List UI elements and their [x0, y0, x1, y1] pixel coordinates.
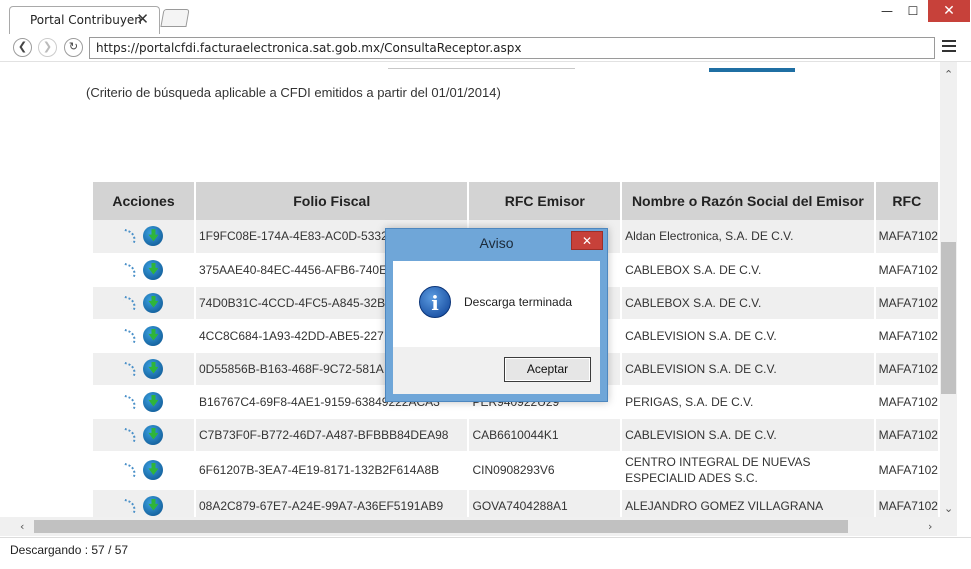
rfc-emisor-cell: GOVA7404288A1: [468, 489, 623, 517]
address-bar[interactable]: https://portalcfdi.facturaelectronica.sa…: [89, 37, 935, 59]
window-close-button[interactable]: ✕: [928, 0, 970, 22]
status-bar: Descargando : 57 / 57: [0, 537, 971, 561]
rfc-emisor-cell: CAB6610044K1: [468, 418, 623, 452]
reload-button[interactable]: ↻: [64, 38, 83, 57]
nombre-cell: ALEJANDRO GOMEZ VILLAGRANA: [621, 489, 876, 517]
nombre-cell: CENTRO INTEGRAL DE NUEVAS ESPECIALID ADE…: [621, 451, 876, 490]
tab-title: Portal Contribuyen: [30, 13, 142, 27]
rfc-cell: MAFA7102: [874, 385, 940, 419]
search-criteria-note: (Criterio de búsqueda aplicable a CFDI e…: [86, 85, 501, 100]
forward-button[interactable]: ❯: [38, 38, 57, 57]
horizontal-scroll-thumb[interactable]: [34, 520, 848, 533]
actions-cell: [93, 220, 196, 254]
actions-cell: [93, 319, 196, 353]
view-icon[interactable]: [122, 229, 139, 244]
view-icon[interactable]: [122, 498, 139, 513]
header-folio-fiscal: Folio Fiscal: [194, 182, 470, 220]
nombre-cell: PERIGAS, S.A. DE C.V.: [621, 385, 876, 419]
nombre-cell: Aldan Electronica, S.A. DE C.V.: [621, 220, 876, 254]
actions-cell: [93, 418, 196, 452]
browser-tab[interactable]: Portal Contribuyen ✕: [9, 6, 160, 34]
actions-cell: [93, 385, 196, 419]
nombre-cell: CABLEVISION S.A. DE C.V.: [621, 418, 876, 452]
table-row: C7B73F0F-B772-46D7-A487-BFBBB84DEA98 CAB…: [93, 418, 940, 452]
rfc-cell: MAFA7102: [874, 352, 940, 386]
info-icon: i: [419, 286, 451, 318]
actions-cell: [93, 352, 196, 386]
rfc-cell: MAFA7102: [874, 489, 940, 517]
back-arrow-icon: ❮: [17, 40, 28, 53]
actions-cell: [93, 451, 196, 490]
download-icon[interactable]: [143, 292, 164, 313]
rfc-cell: MAFA7102: [874, 319, 940, 353]
view-icon[interactable]: [122, 328, 139, 343]
forward-arrow-icon: ❯: [42, 40, 53, 53]
table-row: 08A2C879-67E7-A24E-99A7-A36EF5191AB9 GOV…: [93, 489, 940, 517]
scroll-down-icon[interactable]: ⌄: [944, 502, 953, 515]
nombre-cell: CABLEBOX S.A. DE C.V.: [621, 253, 876, 287]
maximize-button[interactable]: ☐: [902, 0, 924, 22]
divider: [388, 68, 575, 69]
download-icon[interactable]: [143, 358, 164, 379]
download-icon[interactable]: [143, 325, 164, 346]
scroll-up-icon[interactable]: ⌃: [944, 68, 953, 81]
download-icon[interactable]: [143, 495, 164, 516]
header-rfc-emisor: RFC Emisor: [468, 182, 623, 220]
download-icon[interactable]: [143, 424, 164, 445]
view-icon[interactable]: [122, 361, 139, 376]
rfc-cell: MAFA7102: [874, 451, 940, 490]
minimize-button[interactable]: —: [876, 0, 898, 22]
nombre-cell: CABLEVISION S.A. DE C.V.: [621, 352, 876, 386]
download-icon[interactable]: [143, 391, 164, 412]
actions-cell: [93, 286, 196, 320]
view-icon[interactable]: [122, 295, 139, 310]
hamburger-menu-icon[interactable]: [942, 40, 956, 54]
header-nombre-emisor: Nombre o Razón Social del Emisor: [621, 182, 876, 220]
download-status: Descargando : 57 / 57: [10, 543, 129, 557]
folio-cell: 08A2C879-67E7-A24E-99A7-A36EF5191AB9: [194, 489, 470, 517]
browser-toolbar: ❮ ❯ ↻ https://portalcfdi.facturaelectron…: [0, 34, 971, 62]
reload-icon: ↻: [68, 40, 79, 53]
rfc-emisor-cell: CIN0908293V6: [468, 451, 623, 490]
actions-cell: [93, 253, 196, 287]
new-tab-button[interactable]: [160, 9, 190, 27]
browser-titlebar: Portal Contribuyen ✕ — ☐ ✕: [0, 0, 971, 34]
back-button[interactable]: ❮: [13, 38, 32, 57]
view-icon[interactable]: [122, 394, 139, 409]
aviso-dialog: Aviso ✕ i Descarga terminada Aceptar: [385, 228, 608, 402]
header-acciones: Acciones: [93, 182, 196, 220]
download-icon[interactable]: [143, 226, 164, 247]
scroll-right-icon[interactable]: ›: [928, 520, 932, 533]
actions-cell: [93, 489, 196, 517]
download-icon[interactable]: [143, 460, 164, 480]
vertical-scroll-thumb[interactable]: [941, 242, 956, 394]
tab-close-icon[interactable]: ✕: [136, 10, 149, 28]
rfc-cell: MAFA7102: [874, 220, 940, 254]
header-rfc: RFC: [874, 182, 940, 220]
dialog-message: Descarga terminada: [464, 295, 573, 309]
folio-cell: 6F61207B-3EA7-4E19-8171-132B2F614A8B: [194, 451, 470, 490]
view-icon[interactable]: [122, 462, 139, 478]
accent-bar: [709, 68, 795, 72]
scroll-left-icon[interactable]: ‹: [20, 520, 24, 533]
folio-cell: C7B73F0F-B772-46D7-A487-BFBBB84DEA98: [194, 418, 470, 452]
dialog-body: i Descarga terminada: [393, 261, 600, 347]
aceptar-button[interactable]: Aceptar: [504, 357, 591, 382]
rfc-cell: MAFA7102: [874, 418, 940, 452]
nombre-cell: CABLEVISION S.A. DE C.V.: [621, 319, 876, 353]
download-icon[interactable]: [143, 259, 164, 280]
view-icon[interactable]: [122, 427, 139, 442]
table-row: 6F61207B-3EA7-4E19-8171-132B2F614A8B CIN…: [93, 451, 940, 490]
view-icon[interactable]: [122, 262, 139, 277]
rfc-cell: MAFA7102: [874, 286, 940, 320]
table-header-row: Acciones Folio Fiscal RFC Emisor Nombre …: [93, 182, 940, 220]
dialog-close-button[interactable]: ✕: [571, 231, 603, 250]
rfc-cell: MAFA7102: [874, 253, 940, 287]
nombre-cell: CABLEBOX S.A. DE C.V.: [621, 286, 876, 320]
